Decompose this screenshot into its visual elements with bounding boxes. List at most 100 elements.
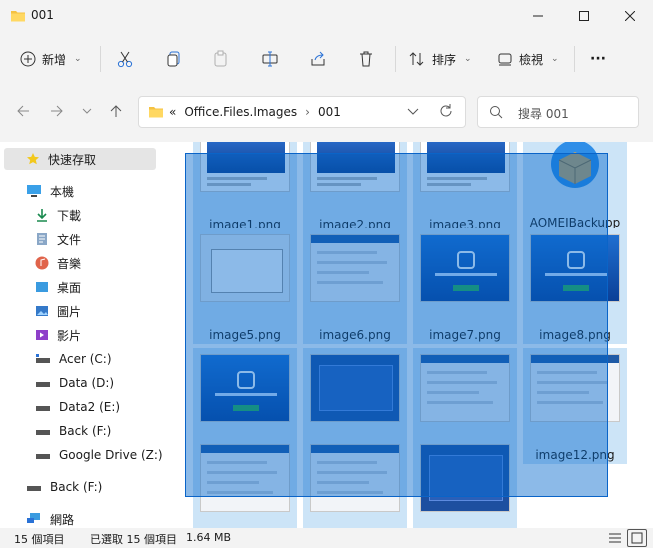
file-thumbnail (420, 444, 510, 512)
sidebar-item-label: Google Drive (Z:) (59, 448, 163, 462)
sidebar-scrollbar[interactable] (158, 142, 164, 528)
folder-icon (10, 9, 26, 26)
file-item[interactable]: image1.png (193, 142, 297, 234)
arrow-left-icon (17, 105, 29, 117)
sidebar-item-label: 音樂 (57, 256, 82, 271)
sidebar-item-drive-f[interactable]: Back (F:) (35, 420, 111, 442)
file-item[interactable]: image13.png (193, 438, 297, 528)
sidebar-item-quick-access[interactable]: 快速存取 (4, 148, 156, 170)
breadcrumb-item[interactable]: Office.Files.Images (184, 105, 297, 119)
list-view-icon (609, 533, 621, 543)
desktop-icon (36, 282, 48, 292)
sidebar-item-music[interactable]: 音樂 (35, 252, 81, 274)
file-thumbnail (200, 354, 290, 422)
file-item[interactable]: image7.png (413, 228, 517, 344)
share-button[interactable] (309, 38, 327, 80)
folder-icon (148, 105, 164, 122)
sidebar-item-label: 網路 (50, 512, 75, 527)
command-bar: 新增 ⌄ 排序 ⌄ 檢視 ⌄ ··· (0, 38, 653, 80)
network-icon (27, 513, 40, 523)
status-bar: 15 個項目 已選取 15 個項目 1.64 MB (0, 528, 653, 548)
new-button[interactable]: 新增 ⌄ (20, 38, 82, 80)
sidebar-item-documents[interactable]: 文件 (35, 228, 81, 250)
rename-button[interactable] (261, 38, 279, 80)
sidebar-item-back-f[interactable]: Back (F:) (26, 476, 102, 498)
details-view-button[interactable] (605, 529, 625, 547)
file-item[interactable]: image2.png (303, 142, 407, 234)
window-title: 001 (31, 8, 54, 22)
drive-icon (36, 454, 50, 459)
forward-button[interactable] (46, 100, 68, 122)
recent-locations-button[interactable] (76, 100, 98, 122)
new-label: 新增 (42, 52, 67, 67)
address-bar[interactable]: « Office.Files.Images › 001 (138, 96, 466, 128)
delete-button[interactable] (357, 38, 375, 80)
drive-icon (36, 406, 50, 411)
sidebar-item-label: 本機 (50, 184, 75, 199)
file-thumbnail (530, 234, 620, 302)
cut-button[interactable] (116, 38, 134, 80)
file-item[interactable]: image14.png (303, 438, 407, 528)
file-item[interactable]: AOMEIBackupperStd.exe (523, 142, 627, 244)
file-item[interactable]: image12.png (523, 348, 627, 464)
navigation-pane: 快速存取 本機 下載 文件 音樂 桌面 圖片 影片 Acer (C:) Data… (0, 142, 168, 528)
tiles-view-icon (631, 532, 643, 544)
sidebar-item-this-pc[interactable]: 本機 (26, 180, 74, 202)
paste-button[interactable] (212, 38, 230, 80)
maximize-button[interactable] (561, 0, 607, 32)
selected-size: 1.64 MB (186, 531, 232, 544)
file-item[interactable]: image8.png (523, 228, 627, 344)
up-button[interactable] (105, 100, 127, 122)
videos-icon (36, 330, 48, 340)
search-box[interactable]: 搜尋 001 (477, 96, 639, 128)
star-icon (27, 153, 39, 165)
chevron-down-icon[interactable] (407, 104, 419, 121)
drive-icon (27, 486, 41, 491)
chevron-down-icon: ⌄ (551, 54, 559, 64)
back-button[interactable] (12, 100, 34, 122)
drive-icon (36, 430, 50, 435)
sidebar-item-videos[interactable]: 影片 (35, 324, 81, 346)
file-thumbnail (310, 354, 400, 422)
sidebar-item-downloads[interactable]: 下載 (35, 204, 81, 226)
sidebar-item-network[interactable]: 網路 (26, 508, 74, 530)
copy-button[interactable] (165, 38, 183, 80)
file-name: image6.png (319, 328, 391, 342)
sidebar-item-pictures[interactable]: 圖片 (35, 300, 81, 322)
file-name: image12.png (535, 448, 615, 462)
more-options-button[interactable]: ··· (590, 38, 606, 80)
selected-count: 已選取 15 個項目 (90, 533, 177, 546)
view-button[interactable]: 檢視 ⌄ (497, 38, 559, 80)
sidebar-item-desktop[interactable]: 桌面 (35, 276, 81, 298)
file-item[interactable]: image5.png (193, 228, 297, 344)
sidebar-item-label: Acer (C:) (59, 352, 112, 366)
share-icon (311, 51, 325, 66)
chevron-down-icon (82, 108, 92, 114)
paste-icon (214, 50, 227, 67)
file-thumbnail (530, 354, 620, 422)
rename-icon (262, 51, 278, 67)
refresh-icon[interactable] (438, 103, 454, 122)
sidebar-item-drive-e[interactable]: Data2 (E:) (35, 396, 120, 418)
minimize-button[interactable] (515, 0, 561, 32)
file-item[interactable]: image6.png (303, 228, 407, 344)
trash-icon (360, 51, 372, 67)
file-item[interactable]: image3.png (413, 142, 517, 234)
file-thumbnail (200, 142, 290, 192)
chevron-down-icon: ⌄ (74, 54, 82, 64)
breadcrumb-item[interactable]: 001 (318, 105, 341, 119)
arrow-up-icon (110, 105, 122, 117)
more-icon: ··· (590, 51, 606, 67)
search-input[interactable]: 搜尋 001 (518, 105, 569, 122)
large-icons-view-button[interactable] (627, 529, 647, 547)
breadcrumb-overflow[interactable]: « (169, 105, 176, 119)
sidebar-item-drive-d[interactable]: Data (D:) (35, 372, 114, 394)
close-button[interactable] (607, 0, 653, 32)
drive-icon (36, 382, 50, 387)
sidebar-item-label: 圖片 (57, 304, 82, 319)
sort-button[interactable]: 排序 ⌄ (408, 38, 472, 80)
drive-icon (36, 354, 50, 363)
file-item[interactable]: image15.png (413, 438, 517, 528)
sidebar-item-drive-c[interactable]: Acer (C:) (35, 348, 112, 370)
sidebar-item-drive-z[interactable]: Google Drive (Z:) (35, 444, 163, 466)
